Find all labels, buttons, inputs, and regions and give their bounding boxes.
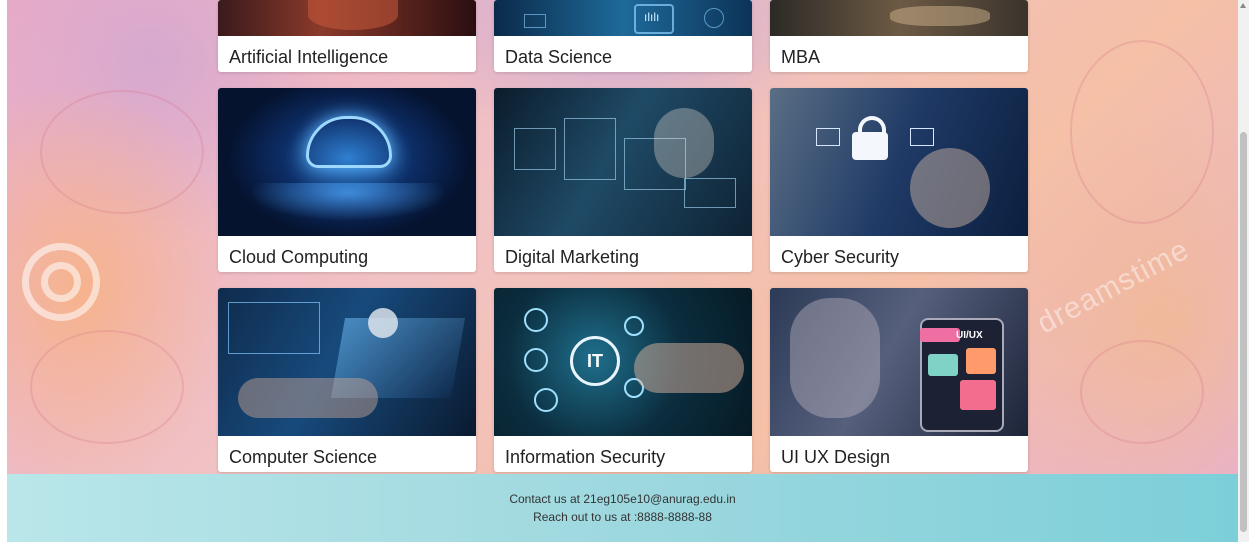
course-card-computer-science[interactable]: Computer Science [218, 288, 476, 472]
footer-contact: Contact us at 21eg105e10@anurag.edu.in [509, 492, 736, 506]
course-image-ui-ux-design: UI/UX [770, 288, 1028, 436]
course-label: UI UX Design [781, 447, 891, 467]
course-card-digital-marketing[interactable]: Digital Marketing [494, 88, 752, 272]
background-texture [1070, 40, 1214, 224]
course-card-cloud-computing[interactable]: Cloud Computing [218, 88, 476, 272]
footer-phone: Reach out to us at :8888-8888-88 [533, 510, 712, 524]
course-image-ai [218, 0, 476, 36]
course-card-ui-ux-design[interactable]: UI/UX UI UX Design [770, 288, 1028, 472]
course-image-information-security: IT [494, 288, 752, 436]
page-edge [0, 0, 7, 542]
background-texture [40, 90, 204, 214]
course-label: Artificial Intelligence [229, 47, 389, 67]
course-image-digital-marketing [494, 88, 752, 236]
footer: Contact us at 21eg105e10@anurag.edu.in R… [7, 474, 1238, 542]
course-image-computer-science [218, 288, 476, 436]
course-card-information-security[interactable]: IT Information Security [494, 288, 752, 472]
course-image-cloud-computing [218, 88, 476, 236]
course-label: Data Science [505, 47, 613, 67]
watermark: dreamstime [1031, 232, 1195, 341]
course-image-mba [770, 0, 1028, 36]
scrollbar[interactable] [1238, 0, 1249, 542]
course-label: Digital Marketing [505, 247, 640, 267]
it-badge-icon: IT [570, 336, 620, 386]
course-label: MBA [781, 47, 821, 67]
course-label: Cloud Computing [229, 247, 369, 267]
course-card-ai[interactable]: Artificial Intelligence [218, 0, 476, 72]
cloud-icon [306, 116, 392, 168]
course-label: Cyber Security [781, 247, 900, 267]
course-image-data-science: ılılı [494, 0, 752, 36]
scroll-up-arrow-icon[interactable] [1240, 3, 1246, 8]
ui-ux-badge: UI/UX [956, 330, 983, 341]
chart-icon: ılılı [644, 10, 660, 24]
background-texture [30, 330, 184, 444]
swirl-logo-icon [22, 243, 100, 321]
course-label: Computer Science [229, 447, 378, 467]
background-texture [1080, 340, 1204, 444]
course-card-cyber-security[interactable]: Cyber Security [770, 88, 1028, 272]
course-image-cyber-security [770, 88, 1028, 236]
course-card-mba[interactable]: MBA [770, 0, 1028, 72]
course-label: Information Security [505, 447, 666, 467]
course-card-data-science[interactable]: ılılı Data Science [494, 0, 752, 72]
scrollbar-thumb[interactable] [1240, 132, 1247, 532]
